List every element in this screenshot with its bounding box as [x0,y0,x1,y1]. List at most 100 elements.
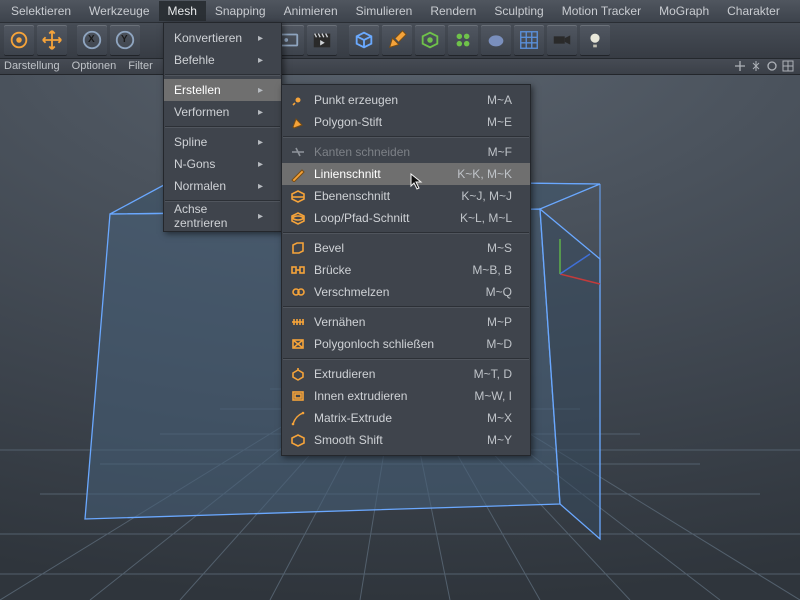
plane-cut-icon [288,187,308,205]
menu-snapping[interactable]: Snapping [206,1,275,21]
secbar-darstellung[interactable]: Darstellung [4,60,60,72]
menu-label: Konvertieren [174,31,242,45]
edge-cut-icon [288,143,308,161]
nav-zoom-icon[interactable] [750,60,762,72]
menu-shortcut: M~P [487,315,512,329]
menu-label: Extrudieren [314,367,462,381]
menu2-item-ebenenschnitt[interactable]: EbenenschnittK~J, M~J [282,185,530,207]
tool-grid[interactable] [514,25,544,55]
submenu-arrow-icon: ▸ [258,137,263,148]
menu-label: Loop/Pfad-Schnitt [314,211,448,225]
tool-pen[interactable] [382,25,412,55]
menu-charakter[interactable]: Charakter [718,1,789,21]
menu1-item-n-gons[interactable]: N-Gons▸ [164,153,281,175]
menu1-item-spline[interactable]: Spline ▸ [164,131,281,153]
menu2-item-polygon-stift[interactable]: Polygon-StiftM~E [282,111,530,133]
menu2-item-innen-extrudieren[interactable]: Innen extrudierenM~W, I [282,385,530,407]
menu-label: Spline [174,135,207,149]
submenu-arrow-icon: ▸ [258,181,263,192]
menu1-item-achse-zentrieren[interactable]: Achse zentrieren▸ [164,205,281,227]
submenu-arrow-icon: ▸ [258,55,263,66]
menu-label: Polygonloch schließen [314,337,474,351]
extrude-icon [288,365,308,383]
tool-subdiv[interactable] [415,25,445,55]
menu1-item-erstellen[interactable]: Erstellen ▸ [164,79,281,101]
mesh-menu[interactable]: Konvertieren▸Befehle▸Erstellen▸Verformen… [163,22,282,232]
menu1-item-verformen[interactable]: Verformen▸ [164,101,281,123]
smooth-shift-icon [288,431,308,449]
menu-shortcut: M~D [486,337,512,351]
menu-shortcut: M~Y [487,433,512,447]
menu-shortcut: K~K, M~K [457,167,512,181]
menu1-item-normalen[interactable]: Normalen ▸ [164,175,281,197]
menu2-item-polygonloch-schlie-en[interactable]: Polygonloch schließen M~D [282,333,530,355]
menu-simulieren[interactable]: Simulieren [347,1,422,21]
nav-layout-icon[interactable] [782,60,794,72]
menu-animieren[interactable]: Animieren [275,1,347,21]
secbar-optionen[interactable]: Optionen [72,60,117,72]
menu-rendern[interactable]: Rendern [421,1,485,21]
menu-label: Linienschnitt [314,167,445,181]
axis-y-label: Y [121,34,128,45]
menu-label: Verschmelzen [314,285,474,299]
menu2-item-smooth-shift[interactable]: Smooth ShiftM~Y [282,429,530,451]
nav-orbit-icon[interactable] [766,60,778,72]
menu-label: Polygon-Stift [314,115,475,129]
viewport-option-bar: Darstellung Optionen Filter [0,58,800,75]
secbar-filter[interactable]: Filter [128,60,152,72]
axis-x-toggle[interactable]: X [77,25,107,55]
menu2-item-matrix-extrude[interactable]: Matrix-Extrude M~X [282,407,530,429]
menu2-item-punkt-erzeugen[interactable]: Punkt erzeugenM~A [282,89,530,111]
bridge-icon [288,261,308,279]
menu-werkzeuge[interactable]: Werkzeuge [80,1,158,21]
tool-light[interactable] [580,25,610,55]
menu2-item-kanten-schneiden: Kanten schneiden M~F [282,141,530,163]
menu2-item-linienschnitt[interactable]: Linienschnitt K~K, M~K [282,163,530,185]
menu2-item-bevel[interactable]: BevelM~S [282,237,530,259]
mesh-create-submenu[interactable]: Punkt erzeugenM~APolygon-StiftM~E Kanten … [281,84,531,456]
menu-shortcut: M~Q [486,285,512,299]
menu-shortcut: M~S [487,241,512,255]
main-toolbar: X Y [0,22,800,59]
nav-move-icon[interactable] [734,60,746,72]
tool-move[interactable] [37,25,67,55]
menu-shortcut: M~F [488,145,512,159]
menu2-item-br-cke[interactable]: BrückeM~B, B [282,259,530,281]
tool-blob[interactable] [481,25,511,55]
weld-icon [288,283,308,301]
tool-camera[interactable] [547,25,577,55]
menu1-item-befehle[interactable]: Befehle ▸ [164,49,281,71]
menu1-item-konvertieren[interactable]: Konvertieren ▸ [164,27,281,49]
menu2-item-vern-hen[interactable]: VernähenM~P [282,311,530,333]
submenu-arrow-icon: ▸ [258,33,263,44]
submenu-arrow-icon: ▸ [258,211,263,222]
poly-pen-icon [288,113,308,131]
menu-shortcut: M~X [487,411,512,425]
menu-label: Erstellen [174,83,221,97]
menu-motion tracker[interactable]: Motion Tracker [553,1,650,21]
tool-live-select[interactable] [4,25,34,55]
menu-label: Innen extrudieren [314,389,462,403]
menu-label: Befehle [174,53,215,67]
menu-sculpting[interactable]: Sculpting [485,1,552,21]
menu-selektieren[interactable]: Selektieren [2,1,80,21]
tool-cloner[interactable] [448,25,478,55]
axis-y-toggle[interactable]: Y [110,25,140,55]
tool-clapper[interactable] [307,25,337,55]
submenu-arrow-icon: ▸ [258,85,263,96]
stitch-icon [288,313,308,331]
menu-label: Kanten schneiden [314,145,476,159]
menu-mograph[interactable]: MoGraph [650,1,718,21]
menu2-item-verschmelzen[interactable]: Verschmelzen M~Q [282,281,530,303]
tool-cube[interactable] [349,25,379,55]
close-hole-icon [288,335,308,353]
point-icon [288,91,308,109]
menu-label: Normalen [174,179,226,193]
menu-label: Matrix-Extrude [314,411,475,425]
submenu-arrow-icon: ▸ [258,107,263,118]
menu-label: N-Gons [174,157,215,171]
menu2-item-extrudieren[interactable]: ExtrudierenM~T, D [282,363,530,385]
menu2-item-loop-pfad-schnitt[interactable]: Loop/Pfad-SchnittK~L, M~L [282,207,530,229]
menu-mesh[interactable]: Mesh [159,1,206,21]
main-menubar: SelektierenWerkzeugeMeshSnappingAnimiere… [0,0,800,23]
